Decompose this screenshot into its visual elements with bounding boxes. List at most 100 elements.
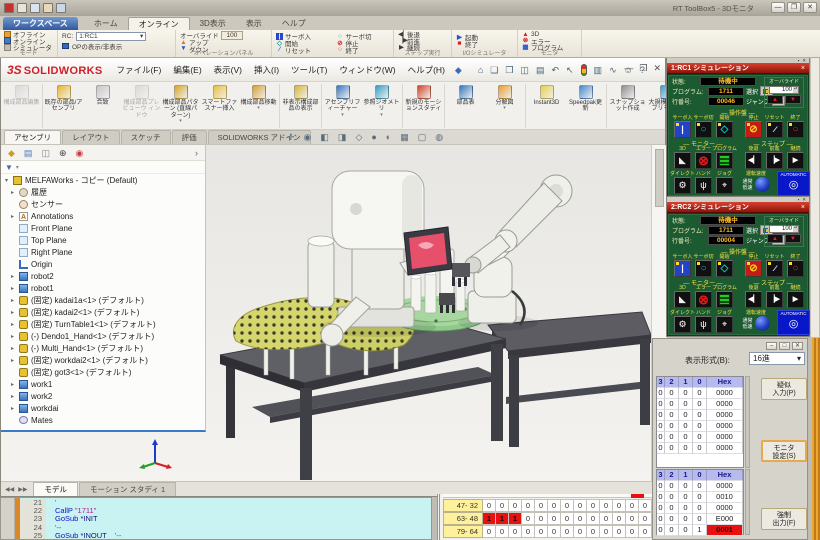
tree-item-16[interactable]: ▸work1	[1, 378, 205, 390]
new-document-icon[interactable]: ❏	[490, 65, 498, 75]
ribbon-tab-1[interactable]: ホーム	[84, 17, 128, 30]
automatic-button[interactable]: AUTOMATIC◎	[777, 310, 810, 335]
section-view-icon[interactable]: ◧	[320, 132, 329, 143]
servo-4-button[interactable]: ∕∕	[766, 121, 783, 138]
bit-cell[interactable]: 0	[600, 525, 613, 538]
step-2-button[interactable]: ▶	[787, 291, 804, 308]
monitor-0-button[interactable]: ◣	[674, 152, 691, 169]
bit-cell[interactable]: 0	[548, 525, 561, 538]
ribbon-servo-1[interactable]: ○サーボ切	[337, 33, 390, 40]
expand-icon[interactable]: ▾	[5, 177, 13, 184]
bit-cell[interactable]: 0	[574, 512, 587, 525]
select-icon[interactable]: ↖	[566, 65, 574, 75]
bit-cell[interactable]: 0	[496, 525, 509, 538]
servo-0-button[interactable]: |	[674, 121, 691, 138]
tree-item-3[interactable]: Front Plane	[1, 222, 205, 234]
servo-5-button[interactable]: ○	[787, 121, 804, 138]
tree-item-12[interactable]: ▸(-) Dendo1_Hand<1> (デフォルト)	[1, 330, 205, 342]
hand-2-button[interactable]: ⌖	[716, 316, 733, 333]
dimxpert-tab-icon[interactable]: ⊕	[59, 148, 67, 158]
toolbar-10[interactable]: 新規のモーションスタディ	[404, 84, 443, 113]
save-icon[interactable]	[17, 3, 27, 13]
close-icon[interactable]: ×	[801, 65, 805, 72]
override-value[interactable]: 100▴▾	[769, 225, 799, 233]
bit-cell[interactable]: 0	[613, 525, 626, 538]
redo-icon[interactable]	[43, 3, 53, 13]
tree-item-13[interactable]: ▸(-) Multi_Hand<1> (デフォルト)	[1, 342, 205, 354]
tree-item-18[interactable]: ▸workdai	[1, 402, 205, 414]
ribbon-step-1[interactable]: ▕▶前進	[398, 38, 447, 45]
tree-item-5[interactable]: Right Plane	[1, 246, 205, 258]
options-icon[interactable]: ∿	[609, 65, 617, 75]
hide-show-icon[interactable]: ●	[371, 132, 376, 143]
ribbon-tab-3[interactable]: 3D表示	[190, 17, 236, 30]
print-icon[interactable]: ▤	[536, 65, 545, 75]
toolbar-4[interactable]: 構成部品パターン (直線パターン)▾	[161, 84, 200, 124]
bit-cell[interactable]: 0	[483, 499, 496, 512]
ribbon-tab-2[interactable]: オンライン	[128, 17, 190, 30]
expand-icon[interactable]: ▸	[11, 357, 19, 364]
servo-0-button[interactable]: |	[674, 260, 691, 277]
toolbar-11[interactable]: 部品表	[446, 84, 485, 106]
doc-tab-0[interactable]: アセンブリ	[4, 130, 61, 144]
program-editor[interactable]: 21'22CallP "1711"23GoSub *INIT24'--25GoS…	[0, 497, 432, 540]
scrollbar[interactable]	[745, 376, 750, 468]
ribbon-servo-0[interactable]: |サーボ入	[276, 33, 329, 40]
bit-cell[interactable]: 0	[587, 525, 600, 538]
scrollbar-thumb[interactable]	[655, 149, 664, 207]
tree-item-17[interactable]: ▸work2	[1, 390, 205, 402]
expand-icon[interactable]: ▸	[11, 381, 19, 388]
tree-item-19[interactable]: Mates	[1, 414, 205, 426]
undo-icon[interactable]: ↶	[551, 65, 559, 75]
tree-item-7[interactable]: ▸robot2	[1, 270, 205, 282]
ribbon-servo-3[interactable]: ⊘停止	[337, 40, 390, 47]
servo-1-button[interactable]: ○	[695, 121, 712, 138]
zoom-fit-icon[interactable]: ✛	[287, 132, 295, 143]
tree-item-6[interactable]: Origin	[1, 258, 205, 270]
servo-2-button[interactable]: ◇	[716, 260, 733, 277]
toolbar-13[interactable]: Instant3D	[527, 84, 566, 106]
expand-icon[interactable]: ▸	[11, 333, 19, 340]
expand-icon[interactable]: ▸	[11, 189, 19, 196]
bit-cell[interactable]: 0	[574, 525, 587, 538]
expand-icon[interactable]: ▸	[11, 345, 19, 352]
hand-2-button[interactable]: ⌖	[716, 177, 733, 194]
scrollbar[interactable]	[745, 469, 750, 535]
toolbar-12[interactable]: 分解図▾	[485, 84, 524, 111]
bit-cell[interactable]: 0	[483, 525, 496, 538]
doc-tab-3[interactable]: 評価	[172, 130, 207, 144]
spinner-icon[interactable]: ▴▾	[793, 87, 798, 93]
menu-5[interactable]: ウィンドウ(W)	[333, 64, 401, 76]
display-style-icon[interactable]: ◇	[355, 132, 362, 143]
tree-item-1[interactable]: センサー	[1, 198, 205, 210]
servo-5-button[interactable]: ○	[787, 260, 804, 277]
monitor-1-button[interactable]: ⊗	[695, 152, 712, 169]
speed-button[interactable]	[755, 316, 770, 331]
monitor-2-button[interactable]	[716, 152, 733, 169]
servo-4-button[interactable]: ∕∕	[766, 260, 783, 277]
tree-filter[interactable]: ▼▾	[1, 161, 205, 174]
tree-item-9[interactable]: ▸(固定) kadai1a<1> (デフォルト)	[1, 294, 205, 306]
step-2-button[interactable]: ▶	[787, 152, 804, 169]
servo-3-button[interactable]: ⊘	[745, 121, 762, 138]
tree-item-11[interactable]: ▸(固定) TurnTable1<1> (デフォルト)	[1, 318, 205, 330]
toolbar-1[interactable]: 既存の部品/アセンブリ	[44, 84, 83, 113]
toolbar-5[interactable]: スマートファスナー挿入	[200, 84, 239, 113]
toolbar-9[interactable]: 参照ジオメトリ▾	[362, 84, 401, 118]
bit-cell[interactable]: 0	[561, 499, 574, 512]
bit-cell[interactable]: 0	[496, 499, 509, 512]
toolbar-8[interactable]: アセンブリフィーチャー▾	[323, 84, 362, 118]
bit-cell[interactable]: 0	[626, 499, 639, 512]
hand-1-button[interactable]: ψ	[695, 316, 712, 333]
toolbar-14[interactable]: Speedpak更新	[566, 84, 605, 113]
camera-icon[interactable]: ◍	[435, 132, 443, 143]
bit-cell[interactable]: 0	[626, 512, 639, 525]
ribbon-servo-4[interactable]: ∕リセット	[276, 47, 329, 54]
bit-cell[interactable]: 0	[639, 512, 652, 525]
monitor-setting-button[interactable]: モニタ設定(S)	[761, 440, 807, 462]
override-down-button[interactable]: ▼	[785, 234, 801, 243]
home-icon[interactable]: ⌂	[478, 65, 483, 75]
tree-item-4[interactable]: Top Plane	[1, 234, 205, 246]
open-icon[interactable]: ❒	[505, 65, 513, 75]
rc-select[interactable]: 1:RC1▾	[76, 32, 146, 41]
